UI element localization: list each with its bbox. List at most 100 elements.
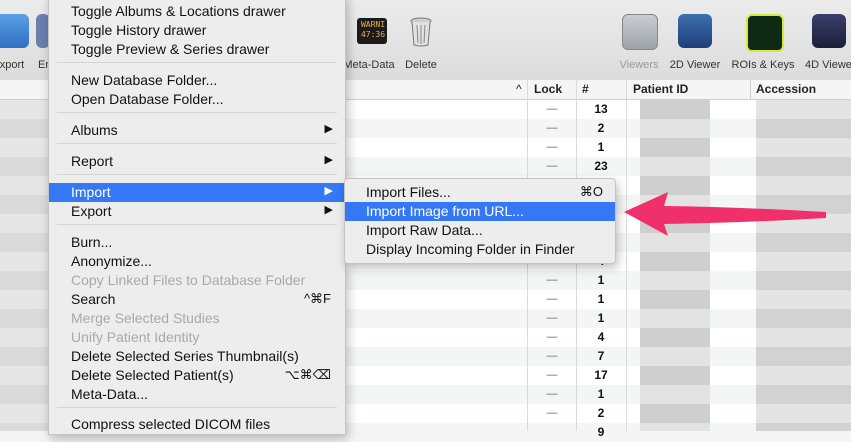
lock-cell[interactable]: — [528,350,576,362]
menu-item-label: Import [71,184,111,200]
menu-item-unify-patient-identity: Unify Patient Identity [49,328,345,347]
toolbar-rois-label: ROIs & Keys [731,59,795,71]
lock-cell[interactable]: — [528,103,576,115]
metadata-icon: WARNI 47:36 [357,18,387,44]
menu-item-label: Copy Linked Files to Database Folder [71,272,306,288]
menu-item-report[interactable]: Report ▶ [49,152,345,171]
pixelated-accession [756,100,851,431]
column-header-number[interactable]: # [582,82,589,96]
toolbar-partial-button[interactable]: Er [30,0,50,80]
toolbar-viewers-button[interactable]: Viewers [614,0,664,80]
column-header-patient-id[interactable]: Patient ID [633,82,688,96]
image-count-cell: 17 [594,368,608,382]
menu-item-export[interactable]: Export ▶ [49,202,345,221]
menu-item-label: Toggle History drawer [71,22,207,38]
menu-item-label: New Database Folder... [71,72,218,88]
column-header-accession[interactable]: Accession [756,82,816,96]
image-count-cell: 1 [597,387,605,401]
image-count-cell: 4 [597,330,605,344]
image-count-cell: 23 [594,159,608,173]
toolbar-delete-button[interactable]: Delete [398,0,444,80]
toolbar-rois-button[interactable]: ROIs & Keys [726,0,800,80]
lock-cell[interactable]: — [528,407,576,419]
image-count-cell: 7 [597,349,605,363]
image-count-cell: 2 [597,121,605,135]
toolbar-2d-viewer-label: 2D Viewer [669,59,721,71]
metadata-glyph-line2: 47:36 [360,30,386,39]
menu-separator [57,112,337,113]
menu-separator [57,224,337,225]
submenu-item-label: Import Files... [366,184,451,200]
menu-item-search[interactable]: Search ^⌘F [49,290,345,309]
submenu-item-import-files[interactable]: Import Files... ⌘O [345,183,615,202]
menu-item-toggle-preview[interactable]: Toggle Preview & Series drawer [49,40,345,59]
toolbar-metadata-button[interactable]: WARNI 47:36 Meta-Data [340,0,398,80]
submenu-item-label: Import Raw Data... [366,222,483,238]
lock-cell[interactable]: — [528,293,576,305]
menu-item-label: Burn... [71,234,113,250]
toolbar-delete-label: Delete [405,59,437,71]
menu-item-metadata[interactable]: Meta-Data... [49,385,345,404]
menu-shortcut: ⌘O [579,184,603,199]
image-count-cell: 1 [597,140,605,154]
menu-item-open-database-folder[interactable]: Open Database Folder... [49,90,345,109]
menu-item-anonymize[interactable]: Anonymize... [49,252,345,271]
lock-cell[interactable]: — [528,369,576,381]
menu-shortcut: ⌥⌘⌫ [284,367,331,382]
menu-item-burn[interactable]: Burn... [49,233,345,252]
lock-cell[interactable]: — [528,388,576,400]
menu-item-albums[interactable]: Albums ▶ [49,121,345,140]
menu-item-delete-patient[interactable]: Delete Selected Patient(s) ⌥⌘⌫ [49,366,345,385]
toolbar-2d-viewer-button[interactable]: 2D Viewer [664,0,726,80]
import-submenu: Import Files... ⌘O Import Image from URL.… [344,178,616,264]
menu-separator [57,407,337,408]
toolbar-4d-viewer-button[interactable]: 4D Viewe [800,0,851,80]
menu-item-delete-series-thumbnail[interactable]: Delete Selected Series Thumbnail(s) [49,347,345,366]
lock-cell[interactable]: — [528,312,576,324]
toolbar-4d-viewer-label: 4D Viewe [805,59,851,71]
menu-item-label: Anonymize... [71,253,152,269]
lock-cell[interactable]: — [528,160,576,172]
viewers-icon [622,14,658,50]
menu-item-label: Search [71,291,116,307]
lock-cell[interactable]: — [528,122,576,134]
menu-item-label: Meta-Data... [71,386,149,402]
export-icon [0,14,29,48]
menu-item-new-database-folder[interactable]: New Database Folder... [49,71,345,90]
menu-item-toggle-history[interactable]: Toggle History drawer [49,21,345,40]
menu-item-compress-dicom[interactable]: Compress selected DICOM files [49,415,345,434]
image-count-cell: 1 [597,292,605,306]
2d-viewer-icon [678,14,712,48]
toolbar-export-button[interactable]: xport [0,0,30,80]
menu-item-label: Albums [71,122,118,138]
rois-icon [746,14,784,52]
menu-item-label: Delete Selected Patient(s) [71,367,234,383]
image-count-cell: 2 [597,406,605,420]
pixelated-patient-id [640,100,710,431]
column-header-lock[interactable]: Lock [534,82,562,96]
metadata-glyph-line1: WARNI [360,20,386,29]
image-count-cell: 1 [597,311,605,325]
menu-separator [57,143,337,144]
lock-cell[interactable]: — [528,331,576,343]
submenu-item-import-image-url[interactable]: Import Image from URL... [345,202,615,221]
toolbar-viewers-label: Viewers [619,59,659,71]
file-menu: Toggle Albums & Locations drawer Toggle … [48,0,346,435]
submenu-arrow-icon: ▶ [324,185,333,197]
menu-item-label: Report [71,153,114,169]
menu-item-merge-studies: Merge Selected Studies [49,309,345,328]
menu-item-toggle-albums[interactable]: Toggle Albums & Locations drawer [49,2,345,21]
lock-cell[interactable]: — [528,141,576,153]
menu-separator [57,174,337,175]
lock-cell[interactable]: — [528,274,576,286]
sort-indicator[interactable]: ^ [516,82,522,96]
submenu-item-import-raw-data[interactable]: Import Raw Data... [345,221,615,240]
image-count-cell: 9 [597,425,605,439]
submenu-item-display-incoming-folder[interactable]: Display Incoming Folder in Finder [345,240,615,259]
submenu-arrow-icon: ▶ [324,154,333,166]
submenu-arrow-icon: ▶ [324,204,333,216]
menu-item-import[interactable]: Import ▶ [49,183,345,202]
4d-viewer-icon [812,14,846,48]
menu-item-label: Merge Selected Studies [71,310,220,326]
annotation-arrow-icon [624,192,826,236]
